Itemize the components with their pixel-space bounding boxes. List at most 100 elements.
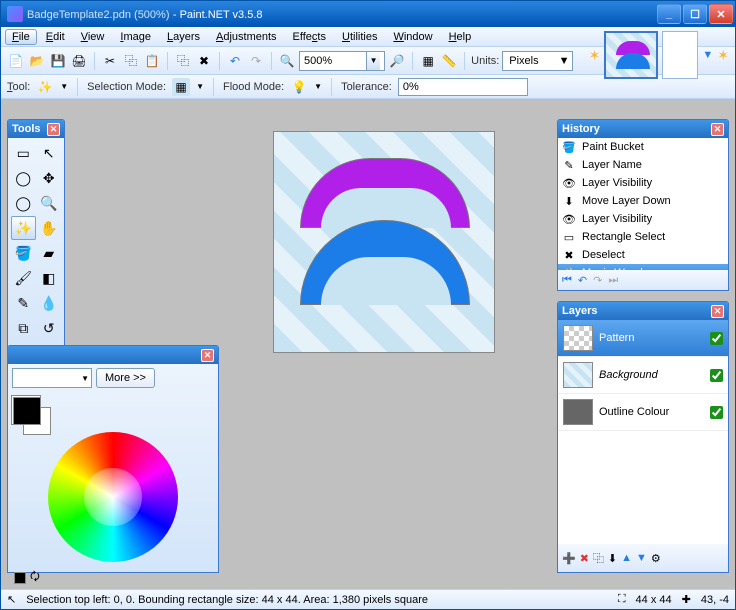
menu-file[interactable]: File — [5, 29, 37, 45]
maximize-button[interactable]: ☐ — [683, 4, 707, 24]
merge-down-icon[interactable]: ⬇ — [608, 552, 617, 565]
properties-icon[interactable]: ⚙ — [651, 552, 661, 565]
redo-icon[interactable]: ↷ — [247, 52, 265, 70]
tool-rect-select[interactable]: ▭ — [11, 141, 36, 165]
open-icon[interactable]: 📂 — [28, 52, 46, 70]
chevron-down-icon[interactable]: ▼ — [559, 55, 570, 67]
position-icon: ✚ — [682, 593, 691, 606]
history-item-label: Deselect — [582, 249, 625, 261]
menu-image[interactable]: Image — [113, 29, 158, 45]
close-icon[interactable]: ✕ — [711, 305, 724, 318]
tool-gradient[interactable]: ▰ — [37, 241, 62, 265]
delete-layer-icon[interactable]: ✖ — [580, 552, 589, 565]
tool-color-picker[interactable]: 💧 — [37, 291, 62, 315]
ruler-icon[interactable]: 📏 — [440, 52, 458, 70]
magic-wand-icon[interactable]: ✨ — [36, 78, 54, 96]
selection-status: Selection top left: 0, 0. Bounding recta… — [26, 594, 428, 606]
layer-name: Outline Colour — [599, 406, 669, 418]
minimize-button[interactable]: _ — [657, 4, 681, 24]
history-list[interactable]: 🪣Paint Bucket✎Layer Name👁Layer Visibilit… — [558, 138, 728, 270]
tool-brush[interactable]: 🖌 — [11, 266, 36, 290]
add-layer-icon[interactable]: ➕ — [562, 552, 576, 565]
menu-adjustments[interactable]: Adjustments — [209, 29, 284, 45]
history-redo-icon[interactable]: ↷ — [593, 274, 602, 287]
layer-item[interactable]: Pattern — [558, 320, 728, 357]
document-thumb-active[interactable] — [604, 31, 658, 79]
tool-eraser[interactable]: ◧ — [37, 266, 62, 290]
layer-visibility-checkbox[interactable] — [710, 369, 723, 382]
history-item[interactable]: 👁Layer Visibility — [558, 210, 728, 228]
zoom-select[interactable]: 500% ▼ — [299, 51, 385, 71]
history-item[interactable]: ⬇Move Layer Down — [558, 192, 728, 210]
tool-recolor[interactable]: ↺ — [37, 316, 62, 340]
history-first-icon[interactable]: ⏮ — [562, 274, 572, 287]
save-icon[interactable]: 💾 — [49, 52, 67, 70]
layer-visibility-checkbox[interactable] — [710, 332, 723, 345]
history-undo-icon[interactable]: ↶ — [578, 274, 587, 287]
history-item-icon: 🪣 — [562, 140, 576, 154]
undo-icon[interactable]: ↶ — [226, 52, 244, 70]
menu-window[interactable]: Window — [386, 29, 439, 45]
history-item[interactable]: ✎Layer Name — [558, 156, 728, 174]
tool-move[interactable]: ↖ — [37, 141, 62, 165]
new-icon[interactable]: 📄 — [7, 52, 25, 70]
paste-icon[interactable]: 📋 — [143, 52, 161, 70]
color-swatches[interactable] — [12, 396, 40, 424]
move-up-icon[interactable]: ▲ — [621, 552, 632, 564]
close-icon[interactable]: ✕ — [201, 349, 214, 362]
zoom-out-icon[interactable]: 🔍 — [278, 52, 296, 70]
deselect-icon[interactable]: ✖ — [195, 52, 213, 70]
chevron-down-icon[interactable]: ▼ — [366, 52, 380, 70]
tool-paint-bucket[interactable]: 🪣 — [11, 241, 36, 265]
menu-view[interactable]: View — [74, 29, 112, 45]
color-wheel[interactable] — [48, 432, 178, 562]
history-item-label: Layer Visibility — [582, 177, 652, 189]
tool-pencil[interactable]: ✎ — [11, 291, 36, 315]
layer-visibility-checkbox[interactable] — [710, 406, 723, 419]
star-icon[interactable]: ✶ — [717, 47, 729, 64]
tool-lasso[interactable]: ◯ — [11, 166, 36, 190]
canvas[interactable] — [273, 131, 495, 353]
menu-help[interactable]: Help — [442, 29, 479, 45]
print-icon[interactable]: 🖨 — [70, 52, 88, 70]
reset-colors-icon[interactable]: 🗘 — [30, 568, 40, 587]
layer-item[interactable]: Outline Colour — [558, 394, 728, 431]
tool-ellipse-select[interactable]: ◯ — [11, 191, 36, 215]
zoom-in-icon[interactable]: 🔎 — [388, 52, 406, 70]
history-item[interactable]: ✖Deselect — [558, 246, 728, 264]
units-select[interactable]: Pixels ▼ — [502, 51, 572, 71]
menu-effects[interactable]: Effects — [286, 29, 333, 45]
menu-utilities[interactable]: Utilities — [335, 29, 384, 45]
selection-mode-icon[interactable]: ▦ — [172, 78, 190, 96]
close-button[interactable]: ✕ — [709, 4, 733, 24]
tool-move-selection[interactable]: ✥ — [37, 166, 62, 190]
layer-item[interactable]: Background — [558, 357, 728, 394]
menu-edit[interactable]: Edit — [39, 29, 72, 45]
tool-clone[interactable]: ⧉ — [11, 316, 36, 340]
chevron-down-icon[interactable]: ▼ — [702, 49, 713, 61]
copy-icon[interactable]: ⿻ — [122, 52, 140, 70]
crop-icon[interactable]: ⿻ — [174, 52, 192, 70]
history-last-icon[interactable]: ⏭ — [608, 274, 618, 287]
move-down-icon[interactable]: ▼ — [636, 552, 647, 564]
tool-pan[interactable]: ✋ — [37, 216, 62, 240]
grid-icon[interactable]: ▦ — [419, 52, 437, 70]
cut-icon[interactable]: ✂ — [101, 52, 119, 70]
flood-mode-icon[interactable]: 💡 — [290, 78, 308, 96]
tool-zoom[interactable]: 🔍 — [37, 191, 62, 215]
menu-layers[interactable]: Layers — [160, 29, 207, 45]
duplicate-layer-icon[interactable]: ⿻ — [593, 550, 604, 566]
tool-magic-wand[interactable]: ✨ — [11, 216, 36, 240]
close-icon[interactable]: ✕ — [47, 123, 60, 136]
tolerance-input[interactable]: 0% — [398, 78, 528, 96]
star-icon[interactable]: ✶ — [589, 47, 601, 64]
more-button[interactable]: More >> — [96, 368, 155, 388]
history-item[interactable]: 👁Layer Visibility — [558, 174, 728, 192]
close-icon[interactable]: ✕ — [711, 123, 724, 136]
swap-colors[interactable] — [14, 572, 26, 584]
color-mode-select[interactable]: ▼ — [12, 368, 92, 388]
history-item[interactable]: 🪣Paint Bucket — [558, 138, 728, 156]
history-item[interactable]: ▭Rectangle Select — [558, 228, 728, 246]
document-thumb-2[interactable] — [662, 31, 698, 79]
layers-list[interactable]: PatternBackground Outline Colour — [558, 320, 728, 544]
